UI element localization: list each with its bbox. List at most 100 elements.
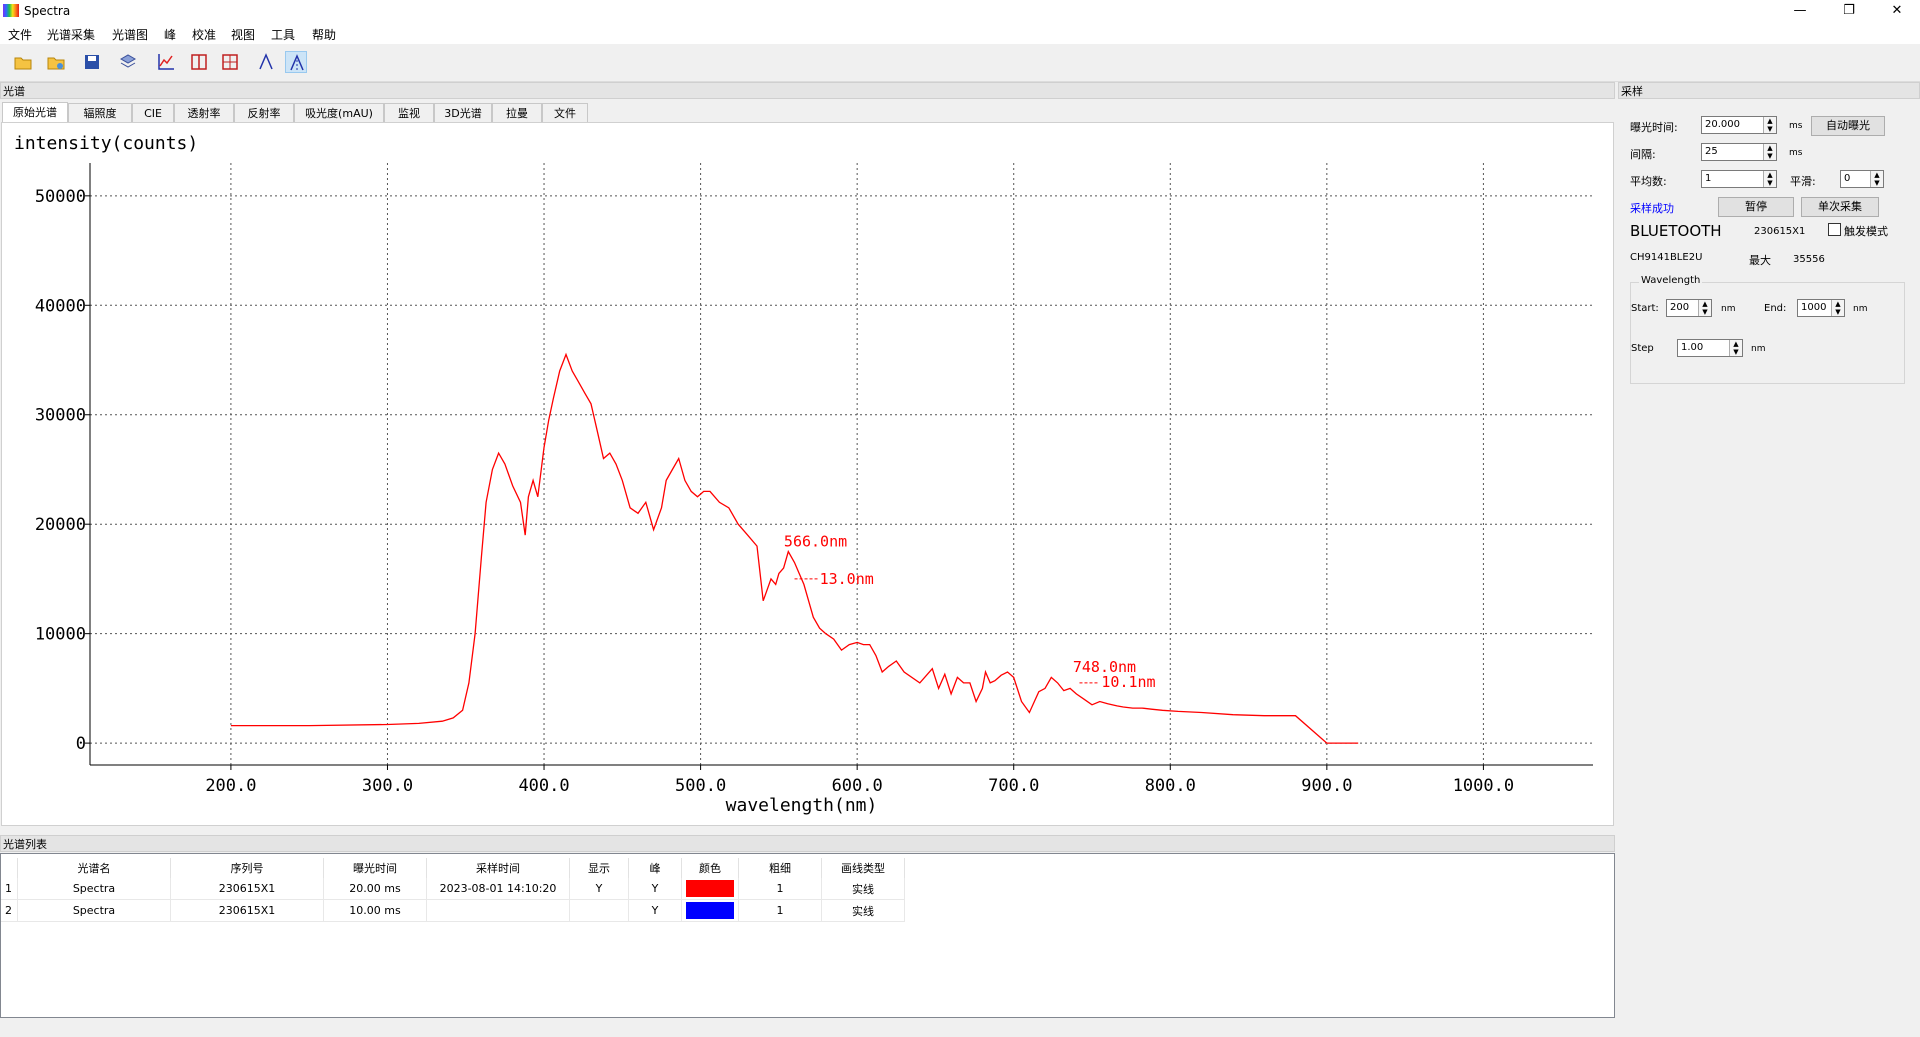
cell-line-type[interactable]: 实线 (821, 899, 905, 922)
col-time[interactable]: 采样时间 (426, 858, 570, 878)
col-peak[interactable]: 峰 (628, 858, 682, 878)
sampling-panel-header: 采样 (1618, 82, 1920, 99)
tab-file[interactable]: 文件 (542, 103, 588, 122)
table-row[interactable]: 1 Spectra 230615X1 20.00 ms 2023-08-01 1… (1, 878, 905, 900)
spectrum-chart[interactable]: 200.0 300.0 400.0 500.0 600.0 700.0 800.0 900.0… (2, 123, 1613, 825)
tab-reflectance[interactable]: 反射率 (234, 103, 294, 122)
cell-peak[interactable]: Y (628, 899, 682, 922)
x-tick-label: 700.0 (988, 776, 1039, 796)
peak-icon[interactable] (255, 51, 277, 73)
y-tick-label: 20000 (35, 515, 86, 535)
max-value: 35556 (1793, 254, 1825, 265)
menu-spectrum-plot[interactable]: 光谱图 (112, 26, 148, 43)
y-tick-label: 0 (76, 734, 86, 754)
col-serial[interactable]: 序列号 (170, 858, 324, 878)
auto-exposure-button[interactable]: 自动曝光 (1811, 116, 1885, 136)
exposure-unit: ms (1789, 121, 1803, 131)
start-value: 200 (1670, 302, 1690, 313)
spectrum-list-table: 光谱名 序列号 曝光时间 采样时间 显示 峰 颜色 粗细 画线类型 1 Spec… (0, 853, 1615, 1018)
interval-input[interactable]: 25 ▲ ▼ (1701, 143, 1777, 161)
cell-exposure[interactable]: 10.00 ms (323, 899, 427, 922)
tab-transmittance[interactable]: 透射率 (174, 103, 234, 122)
minimize-button[interactable]: — (1777, 0, 1823, 22)
tab-raw-spectrum[interactable]: 原始光谱 (2, 102, 68, 123)
cell-show[interactable] (569, 899, 629, 922)
step-input[interactable]: 1.00 ▲ ▼ (1677, 339, 1743, 357)
exposure-spinner[interactable]: ▲ ▼ (1763, 117, 1776, 133)
chart-line-icon[interactable] (155, 51, 177, 73)
x-tick-label: 300.0 (362, 776, 413, 796)
col-line-type[interactable]: 画线类型 (821, 858, 905, 878)
col-exposure[interactable]: 曝光时间 (323, 858, 427, 878)
end-input[interactable]: 1000 ▲ ▼ (1797, 299, 1845, 317)
cell-name[interactable]: Spectra (17, 878, 171, 900)
x-tick-label: 600.0 (832, 776, 883, 796)
end-spinner[interactable]: ▲ ▼ (1831, 300, 1844, 316)
menu-peak[interactable]: 峰 (164, 26, 176, 43)
interval-spinner[interactable]: ▲ ▼ (1763, 144, 1776, 160)
step-spinner[interactable]: ▲ ▼ (1729, 340, 1742, 356)
peak-label-wavelength: 566.0nm (784, 533, 847, 551)
smooth-input[interactable]: 0 ▲ ▼ (1840, 170, 1884, 188)
cell-color[interactable] (681, 899, 739, 922)
layers-icon[interactable] (117, 51, 139, 73)
color-swatch[interactable] (686, 902, 734, 919)
restore-button[interactable]: ❐ (1826, 0, 1872, 22)
step-unit: nm (1751, 344, 1766, 354)
close-button[interactable]: ✕ (1874, 0, 1920, 22)
cell-exposure[interactable]: 20.00 ms (323, 878, 427, 900)
menu-calibration[interactable]: 校准 (192, 26, 216, 43)
grid-icon[interactable] (219, 51, 241, 73)
tab-monitor[interactable]: 监视 (384, 103, 434, 122)
pause-button[interactable]: 暂停 (1718, 197, 1794, 217)
x-tick-label: 200.0 (205, 776, 256, 796)
device-model: CH9141BLE2U (1630, 252, 1703, 263)
menu-file[interactable]: 文件 (8, 26, 32, 43)
col-width[interactable]: 粗细 (738, 858, 822, 878)
cell-width[interactable]: 1 (738, 899, 822, 922)
title-bar: Spectra — ❐ ✕ (0, 0, 1920, 22)
col-color[interactable]: 颜色 (681, 858, 739, 878)
average-value: 1 (1705, 173, 1712, 184)
average-input[interactable]: 1 ▲ ▼ (1701, 170, 1777, 188)
end-unit: nm (1853, 304, 1868, 314)
cell-width[interactable]: 1 (738, 878, 822, 900)
menu-tools[interactable]: 工具 (271, 26, 295, 43)
single-acquire-button[interactable]: 单次采集 (1801, 197, 1879, 217)
save-icon[interactable] (81, 51, 103, 73)
tab-3d-spectrum[interactable]: 3D光谱 (434, 103, 492, 122)
menu-view[interactable]: 视图 (231, 26, 255, 43)
tab-absorbance[interactable]: 吸光度(mAU) (294, 103, 384, 122)
peak-select-icon[interactable] (285, 51, 307, 73)
cell-time[interactable] (426, 899, 570, 922)
smooth-spinner[interactable]: ▲ ▼ (1870, 171, 1883, 187)
table-row[interactable]: 2 Spectra 230615X1 10.00 ms Y 1 实线 (1, 899, 905, 922)
cell-line-type[interactable]: 实线 (821, 878, 905, 900)
cell-serial[interactable]: 230615X1 (170, 878, 324, 900)
window-title: Spectra (24, 4, 71, 18)
split-view-icon[interactable] (188, 51, 210, 73)
cell-serial[interactable]: 230615X1 (170, 899, 324, 922)
exposure-input[interactable]: 20.000 ▲ ▼ (1701, 116, 1777, 134)
color-swatch[interactable] (686, 880, 734, 897)
average-spinner[interactable]: ▲ ▼ (1763, 171, 1776, 187)
tab-cie[interactable]: CIE (132, 103, 174, 122)
end-value: 1000 (1801, 302, 1827, 313)
trigger-checkbox[interactable] (1828, 223, 1841, 236)
start-input[interactable]: 200 ▲ ▼ (1666, 299, 1712, 317)
cell-show[interactable]: Y (569, 878, 629, 900)
cell-time[interactable]: 2023-08-01 14:10:20 (426, 878, 570, 900)
cell-name[interactable]: Spectra (17, 899, 171, 922)
col-show[interactable]: 显示 (569, 858, 629, 878)
smooth-label: 平滑: (1790, 175, 1816, 188)
col-name[interactable]: 光谱名 (17, 858, 171, 878)
open-folder-icon[interactable] (12, 51, 34, 73)
open-recent-icon[interactable] (45, 51, 67, 73)
tab-raman[interactable]: 拉曼 (492, 103, 542, 122)
start-spinner[interactable]: ▲ ▼ (1698, 300, 1711, 316)
menu-acquisition[interactable]: 光谱采集 (47, 26, 95, 43)
cell-color[interactable] (681, 878, 739, 900)
menu-help[interactable]: 帮助 (312, 26, 336, 43)
tab-irradiance[interactable]: 辐照度 (68, 103, 132, 122)
cell-peak[interactable]: Y (628, 878, 682, 900)
